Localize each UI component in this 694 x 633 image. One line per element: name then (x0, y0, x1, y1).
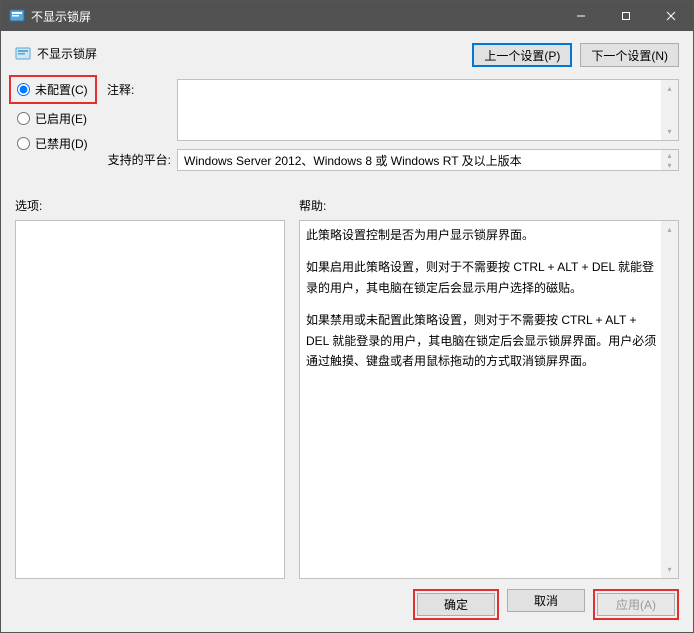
radio-enabled-label: 已启用(E) (35, 110, 87, 127)
comment-label: 注释: (107, 79, 177, 98)
help-column: 帮助: 此策略设置控制是否为用户显示锁屏界面。 如果启用此策略设置，则对于不需要… (299, 197, 679, 579)
comment-row: 注释: ▴ ▾ (107, 79, 679, 141)
scroll-up-icon[interactable]: ▴ (661, 150, 678, 160)
setting-title: 不显示锁屏 (37, 45, 97, 62)
radio-not-configured-label: 未配置(C) (35, 81, 88, 98)
help-pane[interactable]: 此策略设置控制是否为用户显示锁屏界面。 如果启用此策略设置，则对于不需要按 CT… (299, 220, 679, 579)
help-paragraph: 此策略设置控制是否为用户显示锁屏界面。 (306, 225, 658, 245)
platform-label: 支持的平台: (107, 149, 177, 168)
setting-icon (15, 46, 31, 62)
radio-rest: 已启用(E) 已禁用(D) (17, 110, 97, 152)
platform-scrollbar[interactable]: ▴ ▾ (661, 150, 678, 170)
radio-not-configured[interactable]: 未配置(C) (17, 81, 91, 98)
options-pane[interactable] (15, 220, 285, 579)
platform-row: 支持的平台: Windows Server 2012、Windows 8 或 W… (107, 149, 679, 171)
radio-not-configured-input[interactable] (17, 83, 30, 96)
apply-button[interactable]: 应用(A) (597, 593, 675, 616)
footer: 确定 取消 应用(A) (15, 589, 679, 620)
platform-value: Windows Server 2012、Windows 8 或 Windows … (184, 154, 522, 168)
next-setting-button[interactable]: 下一个设置(N) (580, 43, 679, 67)
prev-setting-button[interactable]: 上一个设置(P) (472, 43, 572, 67)
comment-textarea[interactable]: ▴ ▾ (177, 79, 679, 141)
main-split: 选项: 帮助: 此策略设置控制是否为用户显示锁屏界面。 如果启用此策略设置，则对… (15, 197, 679, 579)
right-fields: 注释: ▴ ▾ 支持的平台: Windows Server 2012、Windo… (107, 79, 679, 179)
radio-enabled-input[interactable] (17, 112, 30, 125)
radio-disabled-input[interactable] (17, 137, 30, 150)
config-section: 未配置(C) 已启用(E) 已禁用(D) 注释: (15, 79, 679, 179)
policy-icon (9, 8, 25, 24)
dialog-content: 不显示锁屏 上一个设置(P) 下一个设置(N) 未配置(C) 已启用( (1, 31, 693, 632)
apply-highlight: 应用(A) (593, 589, 679, 620)
header-row: 不显示锁屏 上一个设置(P) 下一个设置(N) (15, 41, 679, 67)
nav-buttons: 上一个设置(P) 下一个设置(N) (472, 41, 679, 67)
help-scrollbar[interactable]: ▴ ▾ (661, 221, 678, 578)
options-label: 选项: (15, 197, 285, 214)
help-label: 帮助: (299, 197, 679, 214)
options-column: 选项: (15, 197, 285, 579)
scroll-up-icon[interactable]: ▴ (661, 80, 678, 97)
ok-button[interactable]: 确定 (417, 593, 495, 616)
scroll-up-icon[interactable]: ▴ (661, 221, 678, 238)
cancel-button[interactable]: 取消 (507, 589, 585, 612)
close-button[interactable] (648, 1, 693, 31)
comment-scrollbar[interactable]: ▴ ▾ (661, 80, 678, 140)
help-paragraph: 如果禁用或未配置此策略设置，则对于不需要按 CTRL + ALT + DEL 就… (306, 310, 658, 371)
scroll-track[interactable] (661, 97, 678, 123)
header-left: 不显示锁屏 (15, 41, 97, 62)
scroll-track[interactable] (661, 238, 678, 561)
scroll-down-icon[interactable]: ▾ (661, 123, 678, 140)
radio-disabled[interactable]: 已禁用(D) (17, 135, 97, 152)
titlebar: 不显示锁屏 (1, 1, 693, 31)
radio-not-configured-wrap: 未配置(C) (9, 75, 97, 104)
scroll-down-icon[interactable]: ▾ (661, 160, 678, 170)
window-title: 不显示锁屏 (31, 8, 558, 25)
maximize-button[interactable] (603, 1, 648, 31)
scroll-down-icon[interactable]: ▾ (661, 561, 678, 578)
titlebar-controls (558, 1, 693, 31)
minimize-button[interactable] (558, 1, 603, 31)
radio-enabled[interactable]: 已启用(E) (17, 110, 97, 127)
ok-highlight: 确定 (413, 589, 499, 620)
platform-box: Windows Server 2012、Windows 8 或 Windows … (177, 149, 679, 171)
radio-column: 未配置(C) 已启用(E) 已禁用(D) (15, 79, 97, 179)
radio-disabled-label: 已禁用(D) (35, 135, 88, 152)
dialog-window: 不显示锁屏 不显示锁屏 (0, 0, 694, 633)
help-paragraph: 如果启用此策略设置，则对于不需要按 CTRL + ALT + DEL 就能登录的… (306, 257, 658, 298)
